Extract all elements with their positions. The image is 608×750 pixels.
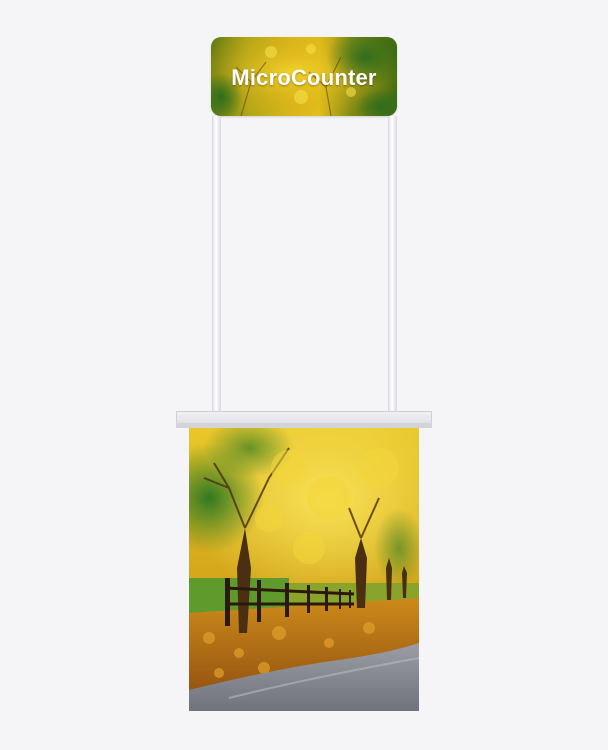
autumn-park-path-fence-image (189, 428, 419, 711)
counter-body (189, 428, 419, 711)
right-support-pole (388, 116, 397, 412)
left-support-pole (212, 116, 221, 412)
brand-title: MicroCounter (231, 65, 377, 90)
kiosk-display: MicroCounter (0, 0, 608, 750)
header-sign: MicroCounter (211, 37, 397, 116)
